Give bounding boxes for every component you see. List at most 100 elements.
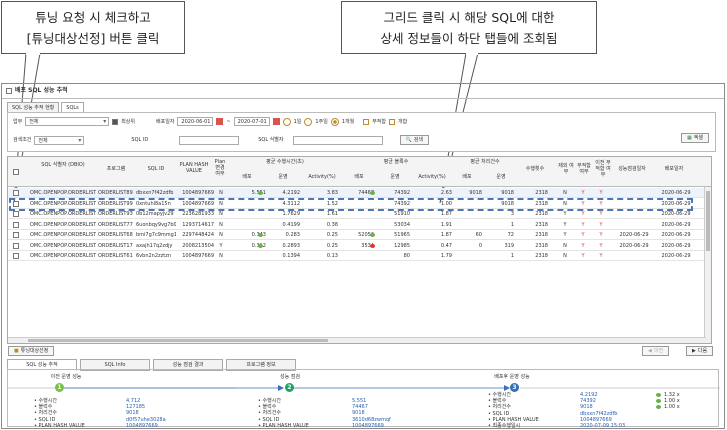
row-checkbox[interactable] — [13, 211, 19, 217]
table-cell: 2020-06-29 — [661, 232, 691, 238]
next-button[interactable]: ▶ 다음 — [686, 346, 714, 356]
table-row[interactable]: OMC.OPENPOP.ORDERLIST9 ORDERLIST77 6uonbqy… — [8, 220, 711, 230]
table-cell: 74392 — [394, 190, 410, 196]
detail-value: 2020-07-09 15:03 — [580, 423, 626, 429]
detail-panel: 이전 운영 성능 1 성능 점검 2 배포후 운영 성능 3 • 수행시간 4.7… — [7, 369, 720, 429]
search-button-label: 검색 — [413, 137, 423, 143]
biz-select[interactable]: 전체 — [25, 117, 110, 126]
header-unfit: 부적합 여부 — [577, 163, 591, 175]
table-cell: OMC.OPENPOP.ORDERLIST9 — [30, 221, 96, 228]
check-cond-select[interactable]: 전체 — [34, 135, 85, 145]
table-cell: 2297448424 — [182, 232, 214, 238]
table-cell: 0.25 — [326, 232, 338, 238]
header-group-exec-time: 평균 수행시간(초) — [266, 159, 304, 165]
range-1month-radio[interactable] — [330, 117, 339, 126]
sql-text-input[interactable] — [292, 135, 383, 145]
status-good-icon — [258, 233, 263, 237]
table-row[interactable]: OMC.OPENPOP.ORDERLIST9 ORDERLIST61 6vbn2n2… — [8, 251, 711, 261]
table-cell: Y — [581, 242, 585, 249]
row-checkbox[interactable] — [13, 253, 19, 259]
table-cell: 1 — [510, 253, 514, 259]
table-row[interactable]: OMC.OPENPOP.ORDERLIST9 ORDERLIST68 bmi7g7c… — [8, 230, 711, 240]
step2-circle: 2 — [285, 383, 294, 392]
header-g3-perf: 운영 — [496, 174, 506, 180]
table-cell: OMC.OPENPOP.ORDERLIST9 — [30, 211, 96, 217]
sql-id-input[interactable] — [179, 135, 240, 145]
next-button-label: 다음 — [697, 348, 708, 354]
latest-checkbox[interactable] — [112, 118, 119, 125]
range-1day-radio[interactable] — [282, 117, 291, 126]
table-cell: 2020-06-29 — [661, 221, 691, 228]
fit-checkbox[interactable] — [389, 118, 396, 125]
table-cell: OMC.OPENPOP.ORDERLIST9 — [30, 232, 96, 238]
row-checkbox[interactable] — [13, 232, 19, 238]
grid-vertical-scrollbar[interactable] — [704, 187, 711, 343]
table-cell: N — [219, 221, 223, 228]
grid-vscroll-thumb[interactable] — [706, 191, 710, 251]
table-cell: 0.47 — [440, 242, 452, 249]
app-header: 배포 SQL 성능 추적 — [2, 84, 724, 99]
table-cell: 2020-06-29 — [661, 253, 691, 259]
prev-button[interactable]: ◀ 이전 — [642, 346, 670, 356]
table-cell: 1293714617 — [182, 221, 214, 228]
header-g1-deploy: 배포 — [242, 174, 252, 180]
table-cell: Y — [581, 211, 585, 217]
table-cell: N — [219, 211, 223, 217]
tune-target-icon: ■ — [14, 348, 19, 354]
header-perf-check-date: 성능점검일자 — [618, 166, 646, 172]
header-deploy-date: 배포일자 — [664, 166, 684, 172]
table-cell: Y — [599, 253, 603, 259]
callout-left: 튜닝 요청 시 체크하고 [튜닝대상선정] 버튼 클릭 — [1, 1, 185, 54]
step3-circle: 3 — [510, 383, 519, 392]
range-1day-label: 1일 — [293, 118, 302, 125]
table-cell: 1.87 — [440, 211, 452, 217]
table-cell: Y — [599, 221, 603, 228]
header-checkbox[interactable] — [6, 88, 12, 94]
latest-label: 최상위 — [121, 118, 136, 125]
select-all-checkbox[interactable] — [13, 169, 19, 175]
header-except: 제외 여부 — [558, 163, 574, 175]
table-cell: 1 — [510, 221, 514, 228]
table-cell: 53034 — [394, 221, 410, 228]
table-cell: 2020-06-29 — [661, 190, 691, 196]
table-cell: 12985 — [394, 242, 410, 249]
fit-label: 개합 — [398, 118, 408, 125]
table-row[interactable]: OMC.OPENPOP.ORDERLIST9 ORDERLIST17 axajh17… — [8, 241, 711, 251]
filter-panel: 업무 전체 최상위 배포일자 2020-06-01 ~ 2020-07-01 1… — [7, 112, 716, 152]
header-exec-count: 수행횟수 — [525, 166, 545, 172]
row-checkbox[interactable] — [13, 221, 19, 228]
calendar-from-icon[interactable] — [216, 118, 224, 125]
tune-target-button[interactable]: ■ 튜닝대상선정 — [8, 346, 55, 356]
table-cell: dbxxn7f42zdfb — [136, 190, 174, 196]
table-cell: 9018 — [501, 190, 514, 196]
date-to-input[interactable]: 2020-07-01 — [233, 117, 270, 126]
table-cell: Y — [581, 232, 585, 238]
table-cell: 1004897669 — [182, 190, 214, 196]
excel-button[interactable]: ▦ 엑셀 — [681, 133, 709, 143]
header-group-blocks: 평균 블록수 — [383, 159, 409, 165]
date-from-input[interactable]: 2020-06-01 — [177, 117, 214, 126]
grid-hscroll-thumb[interactable] — [28, 339, 328, 342]
header-g1-activity: Activity(%) — [308, 174, 336, 180]
grid-horizontal-scrollbar[interactable] — [8, 337, 706, 343]
table-cell: 1004897669 — [182, 253, 214, 259]
table-row[interactable]: OMC.OPENPOP.ORDERLIST9 ORDERLIST89 dbxxn7f… — [8, 188, 711, 198]
table-cell: Y — [599, 190, 603, 196]
table-cell: N — [563, 190, 567, 196]
table-cell: N — [219, 253, 223, 259]
status-bad-icon — [370, 243, 375, 248]
row-checkbox[interactable] — [13, 242, 19, 249]
callout-right-line1: 그리드 클릭 시 해당 SQL에 대한 — [383, 10, 555, 25]
table-cell: 2318 — [535, 190, 548, 196]
table-cell: 2318 — [535, 211, 548, 217]
range-1week-radio[interactable] — [304, 117, 313, 126]
search-button[interactable]: 🔍 검색 — [399, 135, 429, 145]
row-checkbox[interactable] — [13, 190, 19, 196]
unfit-checkbox[interactable] — [363, 118, 370, 125]
tune-target-label: 튜닝대상선정 — [20, 348, 49, 354]
status-good-icon — [258, 191, 263, 195]
grid-header: SQL 식별자 (DBIO) 프로그램 SQL ID PLAN HASH VAL… — [8, 157, 711, 187]
calendar-to-icon[interactable] — [272, 118, 280, 125]
detail-key: • 최종수행일시 — [488, 423, 521, 429]
table-cell: 80 — [403, 253, 410, 259]
